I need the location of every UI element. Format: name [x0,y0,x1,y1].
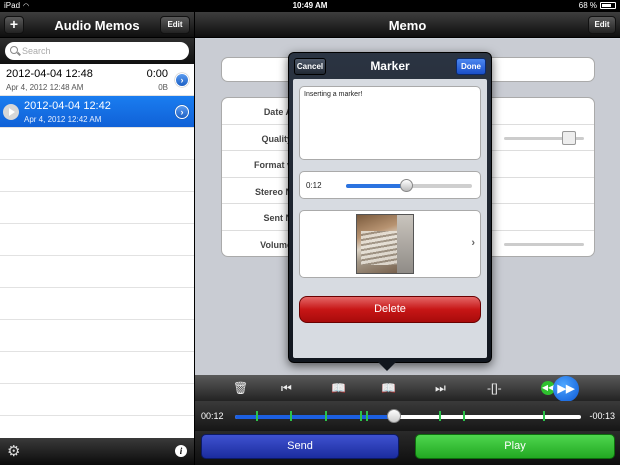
popover-navbar: Cancel Marker Done [289,53,491,79]
search-input[interactable]: Search [5,42,189,60]
marker-tick [439,411,442,421]
search-placeholder: Search [22,46,51,56]
play-button[interactable]: Play [415,434,615,459]
memo-name: 2012-04-04 12:48 [6,68,93,80]
marker-tick [324,411,327,421]
marker-slider-knob[interactable] [400,179,414,192]
marker-tick [359,411,362,421]
right-navbar: Memo Edit [195,12,620,38]
timeline-progress [235,415,395,419]
edit-memo-button[interactable]: Edit [588,16,616,34]
volume-slider[interactable] [504,242,584,246]
marker-time: 0:12 [306,181,322,190]
marker-slider-fill [346,184,407,188]
marker-photo-row[interactable]: › [299,210,481,278]
trash-icon[interactable]: 🗑 [233,380,248,396]
playback-toolbar: 🗑 ⏮ 📖 📖 ⏭ -[]- ◀◀ ▶▶ [195,375,620,402]
empty-row [0,192,194,224]
send-button[interactable]: Send [201,434,399,459]
left-navbar: + Audio Memos Edit [0,12,194,38]
add-marker-icon[interactable]: 📖 [381,380,396,396]
empty-row [0,128,194,160]
marker-tick [463,411,466,421]
left-toolbar: ⚙ i [0,438,194,465]
memos-list-pane: + Audio Memos Edit Search 2012-04-04 12:… [0,12,194,465]
marker-tick [255,411,258,421]
list-item[interactable]: 2012-04-04 12:42 Apr 4, 2012 12:42 AM › [0,96,194,128]
empty-row [0,320,194,352]
marker-time-slider[interactable] [346,179,472,192]
info-icon[interactable]: i [175,445,187,457]
bookmarks-icon[interactable]: 📖 [331,380,346,396]
timeline: 00:12 -00:13 [195,401,620,431]
next-marker-icon[interactable]: ⏭ [435,380,446,396]
timeline-scrubber[interactable] [235,409,581,423]
empty-row [0,288,194,320]
previous-marker-icon[interactable]: ⏮ [281,380,292,396]
gear-icon[interactable]: ⚙ [7,444,20,459]
remaining-time: -00:13 [589,411,615,421]
memo-list: 2012-04-04 12:48 Apr 4, 2012 12:48 AM 0:… [0,64,194,448]
marker-popover: Cancel Marker Done Inserting a marker! 0… [288,52,492,363]
memo-date: Apr 4, 2012 12:42 AM [24,115,102,124]
empty-row [0,224,194,256]
elapsed-time: 00:12 [201,411,224,421]
chevron-right-icon: › [471,237,475,249]
search-bar: Search [0,38,194,64]
marker-time-control: 0:12 [299,171,481,199]
search-icon [10,46,18,54]
battery-icon [600,2,616,9]
empty-row [0,160,194,192]
popover-arrow [377,361,397,371]
memo-name: 2012-04-04 12:42 [24,100,111,112]
delete-button[interactable]: Delete [299,296,481,323]
quality-slider-knob[interactable] [562,130,576,145]
detail-disclosure-icon[interactable]: › [175,73,189,87]
status-bar: iPad ◠ 10:49 AM 68 % [0,0,620,12]
timeline-knob[interactable] [387,409,402,423]
empty-row [0,352,194,384]
fast-forward-icon[interactable]: ▶▶ [553,376,579,402]
memo-duration: 0:00 [146,68,168,80]
memo-date: Apr 4, 2012 12:48 AM [6,83,84,92]
done-button[interactable]: Done [456,58,486,75]
marker-tick [290,411,293,421]
empty-row [0,256,194,288]
marker-tick [542,411,545,421]
status-time: 10:49 AM [292,1,328,10]
marker-tick [366,411,369,421]
detail-disclosure-icon[interactable]: › [175,105,189,119]
memo-size: 0B [158,83,168,92]
popover-body: Inserting a marker! 0:12 › Delete [293,79,487,358]
detail-title: Memo [388,18,427,33]
edit-list-button[interactable]: Edit [160,16,190,34]
bottom-actions: Send Play [195,431,620,465]
trim-icon[interactable]: -[]- [487,380,502,396]
play-icon[interactable] [3,104,19,120]
marker-note-field[interactable]: Inserting a marker! [299,86,481,160]
list-item[interactable]: 2012-04-04 12:48 Apr 4, 2012 12:48 AM 0:… [0,64,194,96]
marker-photo [356,214,414,274]
empty-row [0,384,194,416]
battery-status: 68 % [579,1,616,10]
